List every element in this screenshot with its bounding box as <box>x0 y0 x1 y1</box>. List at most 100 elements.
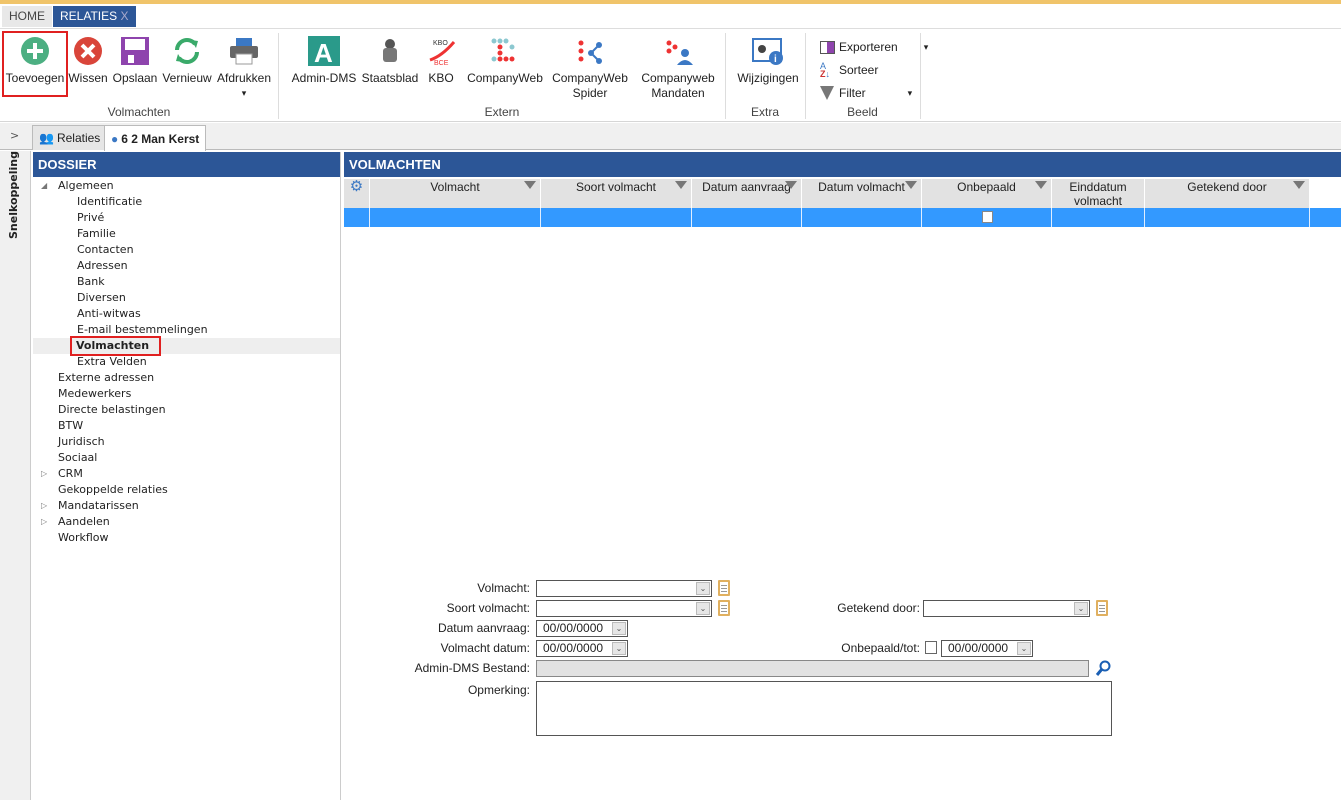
onbepaald-checkbox[interactable] <box>982 211 993 223</box>
tree-item[interactable]: Externe adressen <box>58 370 154 386</box>
grid-cell[interactable] <box>1052 208 1145 227</box>
tree-item[interactable]: BTW <box>58 418 83 434</box>
tree-item[interactable]: Adressen <box>77 258 128 274</box>
dropdown-arrow-icon[interactable]: ▾ <box>924 37 929 57</box>
filter-button[interactable]: Filter ▾ <box>820 83 912 103</box>
label: Wissen <box>68 71 108 85</box>
opmerking-textarea[interactable] <box>536 681 1112 736</box>
column-chooser-button[interactable]: ⚙ <box>344 179 370 208</box>
einddatum-picker[interactable]: 00/00/0000 ⌄ <box>941 640 1033 657</box>
chevron-down-icon[interactable]: ⌄ <box>1074 602 1088 615</box>
filter-icon[interactable] <box>785 181 797 189</box>
filter-icon[interactable] <box>675 181 687 189</box>
column-header[interactable]: Volmacht <box>370 179 541 208</box>
tree-item[interactable]: Extra Velden <box>77 354 147 370</box>
tree-item[interactable]: Familie <box>77 226 116 242</box>
grid-cell[interactable] <box>1145 208 1310 227</box>
datum-aanvraag-picker[interactable]: 00/00/0000 ⌄ <box>536 620 628 637</box>
snelkoppeling-tab[interactable]: Snelkoppeling <box>7 151 20 239</box>
companyweb-spider-button[interactable]: CompanyWeb Spider <box>550 35 630 101</box>
expander-icon[interactable]: ▷ <box>41 514 47 530</box>
dropdown-arrow-icon[interactable]: ▾ <box>908 83 913 103</box>
tree-item[interactable]: Volmachten <box>69 336 162 356</box>
tree-item[interactable]: Algemeen <box>58 178 114 194</box>
staatsblad-button[interactable]: Staatsblad <box>361 35 419 86</box>
tree-item[interactable]: Aandelen <box>58 514 110 530</box>
tree-item[interactable]: Identificatie <box>77 194 142 210</box>
grid-cell[interactable] <box>802 208 922 227</box>
tree-item[interactable]: CRM <box>58 466 83 482</box>
clipboard-icon[interactable] <box>718 600 730 616</box>
clipboard-icon[interactable] <box>1096 600 1108 616</box>
opslaan-button[interactable]: Opslaan <box>111 35 159 86</box>
tab-6-2-man-kerst[interactable]: ● 6 2 Man Kerst <box>104 125 207 151</box>
chevron-down-icon[interactable]: ⌄ <box>612 622 626 635</box>
expander-icon[interactable]: ◢ <box>41 178 47 194</box>
afdrukken-button[interactable]: Afdrukken ▾ <box>215 35 273 101</box>
toevoegen-button[interactable]: Toevoegen <box>4 35 66 86</box>
chevron-down-icon[interactable]: ⌄ <box>612 642 626 655</box>
column-header[interactable]: Getekend door <box>1145 179 1310 208</box>
chevron-down-icon[interactable]: ⌄ <box>696 582 710 595</box>
close-tab-button[interactable]: X <box>120 9 128 23</box>
volmacht-datum-picker[interactable]: 00/00/0000 ⌄ <box>536 640 628 657</box>
clipboard-icon[interactable] <box>718 580 730 596</box>
tree-item[interactable]: Juridisch <box>58 434 105 450</box>
sorteer-button[interactable]: A Z↓ Sorteer <box>820 60 878 80</box>
kbo-button[interactable]: KBO BCE KBO <box>424 35 458 86</box>
label: Sorteer <box>839 63 879 77</box>
tree-item[interactable]: Sociaal <box>58 450 97 466</box>
tree-item[interactable]: E-mail bestemmelingen <box>77 322 208 338</box>
tree-item[interactable]: Diversen <box>77 290 126 306</box>
filter-icon[interactable] <box>1035 181 1047 189</box>
grid-cell[interactable] <box>541 208 692 227</box>
tab-relaties[interactable]: RELATIES X <box>53 6 136 27</box>
wijzigingen-button[interactable]: i Wijzigingen <box>733 35 803 86</box>
soort-volmacht-label: Soort volmacht: <box>446 601 530 615</box>
soort-volmacht-select[interactable]: ⌄ <box>536 600 712 617</box>
dropdown-arrow-icon[interactable]: ▾ <box>215 86 273 101</box>
tree-item[interactable]: Privé <box>77 210 104 226</box>
expander-icon[interactable]: ▷ <box>41 498 47 514</box>
tree-item[interactable]: Gekoppelde relaties <box>58 482 168 498</box>
grid-cell[interactable] <box>370 208 541 227</box>
filter-icon[interactable] <box>1293 181 1305 189</box>
volmacht-select[interactable]: ⌄ <box>536 580 712 597</box>
chevron-down-icon[interactable]: ⌄ <box>696 602 710 615</box>
row-indicator[interactable] <box>344 208 370 227</box>
tree-item[interactable]: Mandatarissen <box>58 498 139 514</box>
filter-icon[interactable] <box>524 181 536 189</box>
grid-cell[interactable] <box>692 208 802 227</box>
column-header[interactable]: Einddatum volmacht <box>1052 179 1145 208</box>
tab-home[interactable]: HOME <box>2 6 52 27</box>
tree-item[interactable]: Bank <box>77 274 105 290</box>
chevron-down-icon[interactable]: ⌄ <box>1017 642 1031 655</box>
column-header[interactable]: Onbepaald <box>922 179 1052 208</box>
user-icon: ● <box>111 131 119 146</box>
column-header[interactable]: Soort volmacht <box>541 179 692 208</box>
wissen-button[interactable]: Wissen <box>68 35 108 86</box>
tab-relaties-doc[interactable]: 👥 Relaties <box>32 125 108 150</box>
tree-item[interactable]: Workflow <box>58 530 109 546</box>
companyweb-mandaten-button[interactable]: Companyweb Mandaten <box>637 35 719 101</box>
admin-dms-button[interactable]: A Admin-DMS <box>289 35 359 86</box>
coat-of-arms-icon <box>374 35 406 67</box>
search-icon[interactable] <box>1095 660 1111 680</box>
getekend-door-select[interactable]: ⌄ <box>923 600 1090 617</box>
kbo-logo: KBO BCE <box>425 35 457 67</box>
tree-item[interactable]: Directe belastingen <box>58 402 166 418</box>
tree-item[interactable]: Contacten <box>77 242 134 258</box>
admin-dms-field[interactable] <box>536 660 1089 677</box>
companyweb-button[interactable]: CompanyWeb <box>465 35 545 86</box>
column-header[interactable]: Datum aanvraag <box>692 179 802 208</box>
onbepaald-tot-checkbox[interactable] <box>925 641 937 654</box>
tree-item[interactable]: Medewerkers <box>58 386 131 402</box>
expand-sidebar-button[interactable]: > <box>10 129 19 142</box>
expander-icon[interactable]: ▷ <box>41 466 47 482</box>
vernieuw-button[interactable]: Vernieuw <box>160 35 214 86</box>
column-label: Onbepaald <box>957 180 1016 194</box>
exporteren-button[interactable]: Exporteren ▾ <box>820 37 928 57</box>
filter-icon[interactable] <box>905 181 917 189</box>
column-header[interactable]: Datum volmacht <box>802 179 922 208</box>
tree-item[interactable]: Anti-witwas <box>77 306 141 322</box>
